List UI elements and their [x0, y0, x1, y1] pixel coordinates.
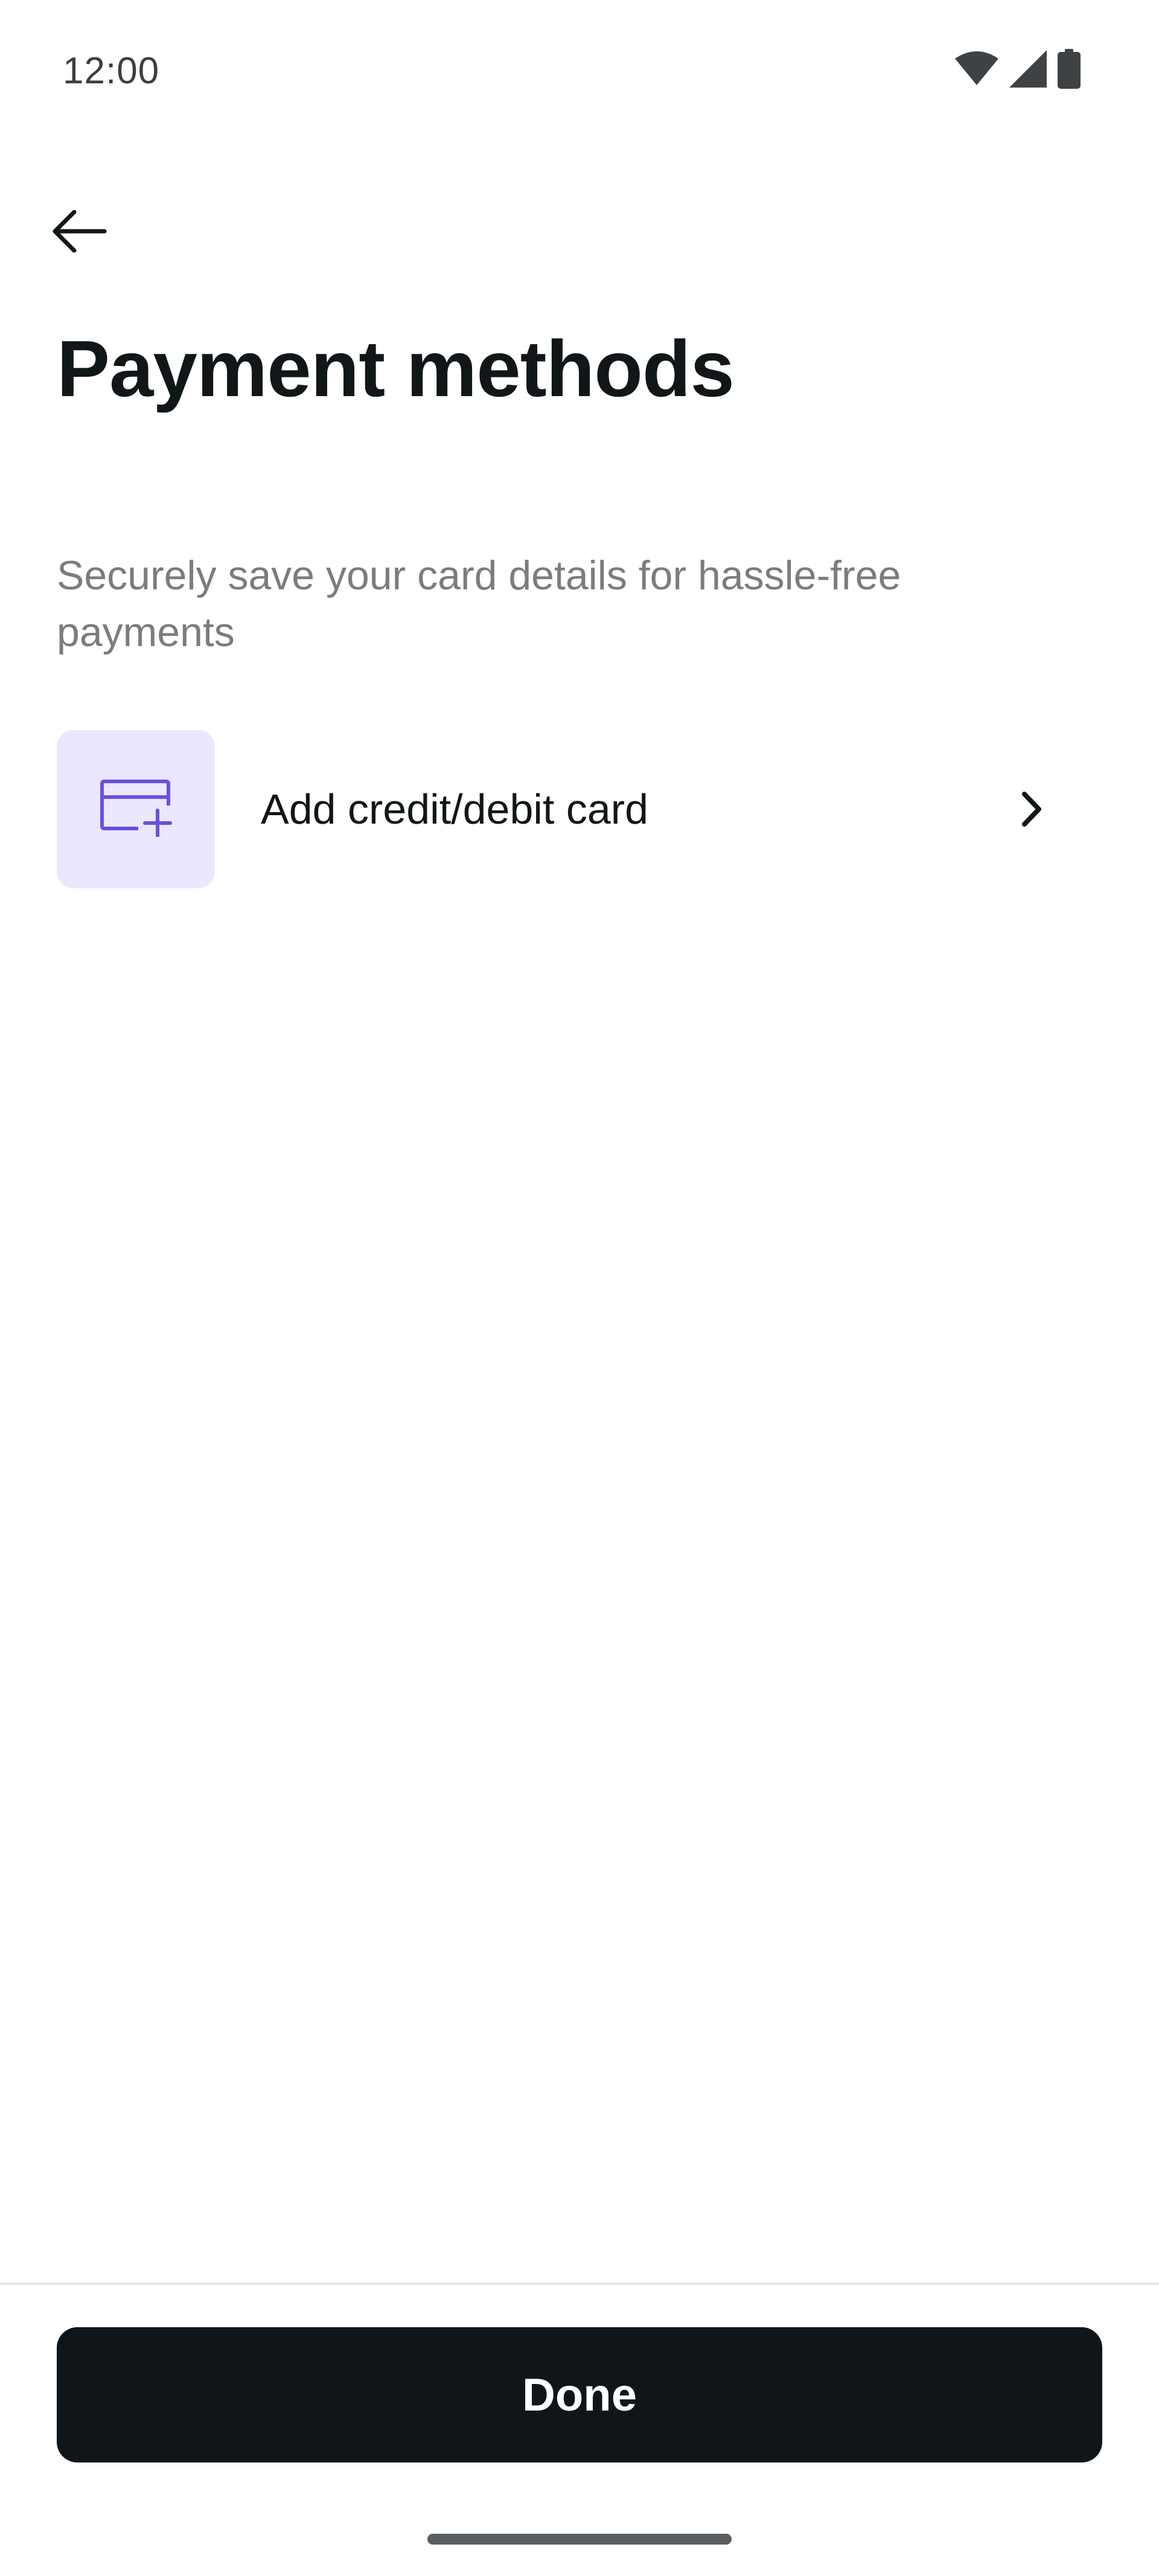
add-card-label: Add credit/debit card: [261, 786, 649, 833]
description-text: Securely save your card details for hass…: [57, 553, 901, 655]
add-card-row[interactable]: Add credit/debit card: [57, 729, 1083, 889]
status-time: 12:00: [63, 50, 160, 92]
battery-icon: [1058, 48, 1081, 92]
status-icons: [955, 48, 1081, 92]
arrow-left-icon: [51, 210, 107, 255]
chevron-right-icon: [1004, 782, 1059, 836]
bottom-divider: [0, 2283, 1159, 2285]
wifi-icon: [955, 51, 998, 89]
cellular-signal-icon: [1009, 50, 1047, 91]
home-indicator[interactable]: [427, 2534, 732, 2545]
page-title: Payment methods: [57, 324, 735, 413]
done-button[interactable]: Done: [57, 2327, 1102, 2462]
add-card-icon-box: [57, 730, 215, 888]
status-bar: 12:00: [0, 0, 1159, 139]
back-button[interactable]: [46, 199, 112, 266]
add-card-icon: [100, 779, 172, 840]
